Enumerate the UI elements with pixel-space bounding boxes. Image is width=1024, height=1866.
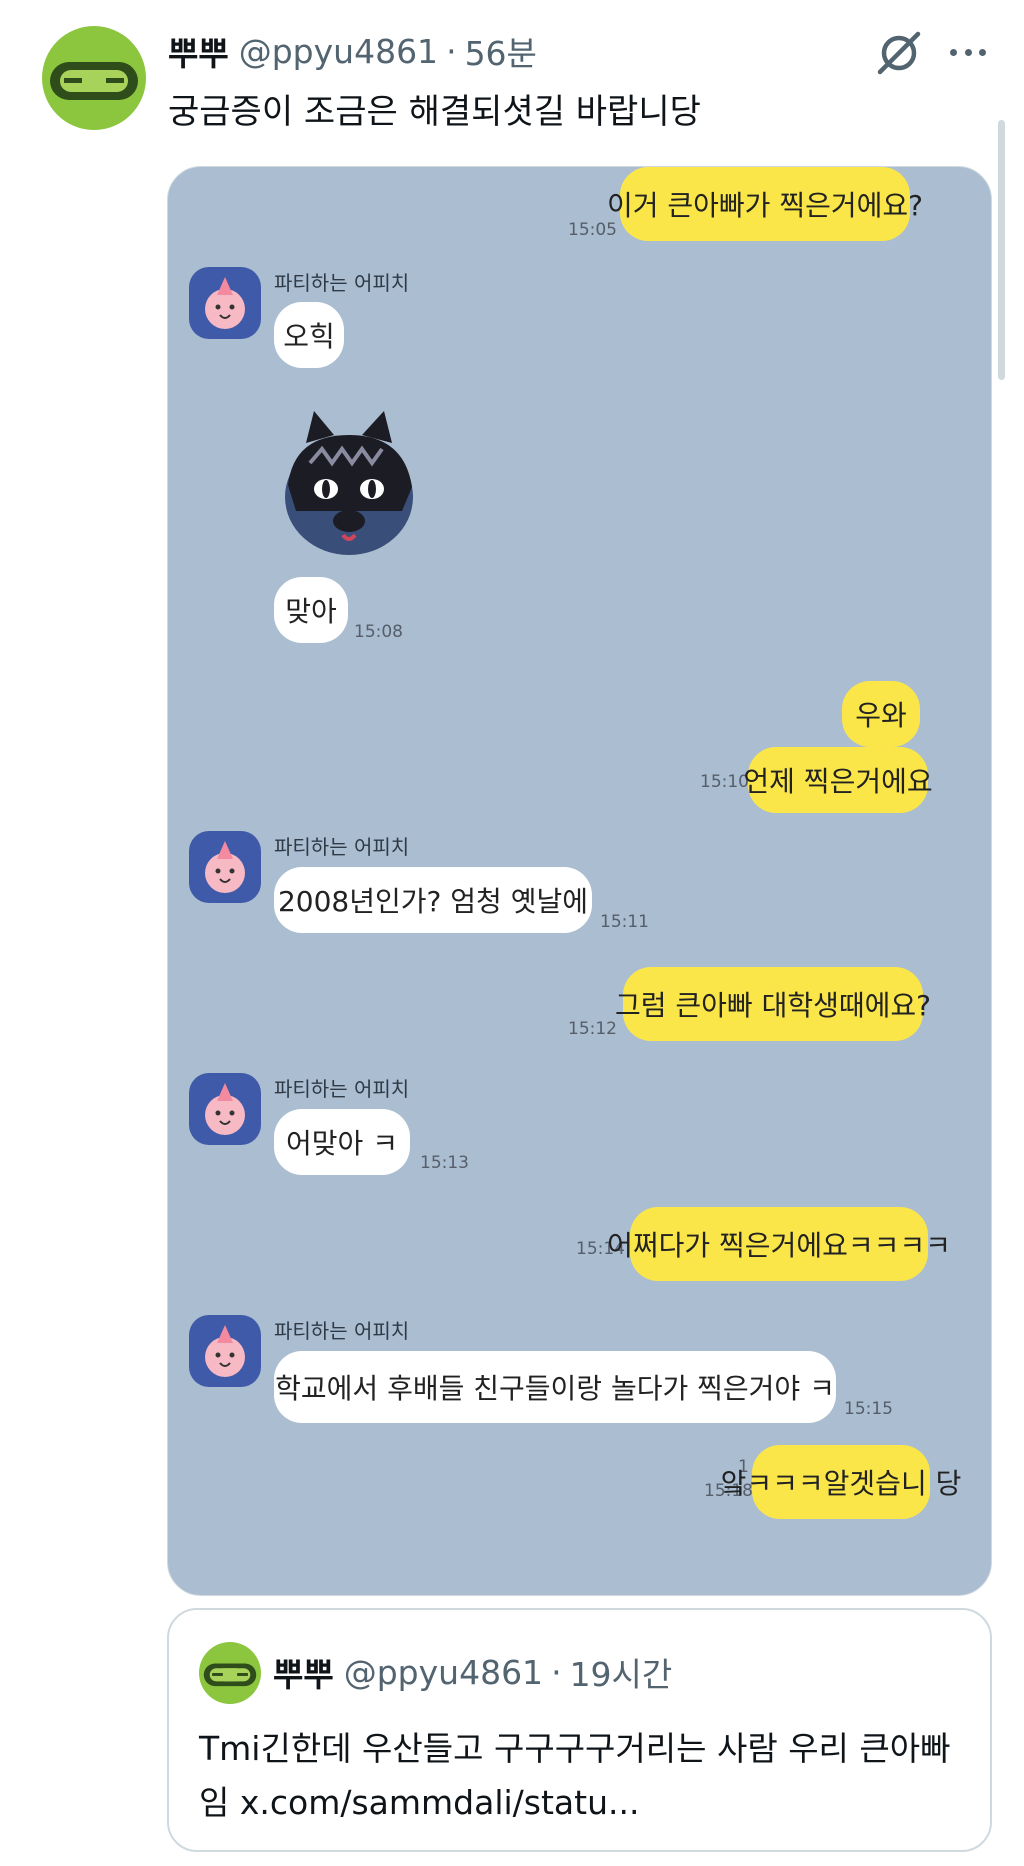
chat-bubble-received: 학교에서 후배들 친구들이랑 놀다가 찍은거야 ㅋ — [274, 1351, 836, 1423]
quoted-tweet-header: 뿌뿌 @ppyu4861 · 19시간 — [273, 1646, 672, 1698]
handle[interactable]: @ppyu4861 — [344, 1653, 543, 1692]
separator: · — [551, 1652, 562, 1692]
chat-bubble-sent: 그럼 큰아빠 대학생때에요? — [615, 967, 931, 1041]
message-time: 15:12 — [568, 1019, 617, 1039]
black-cat-emoticon-icon — [274, 405, 424, 567]
avatar[interactable] — [199, 1642, 261, 1704]
chat-bubble-sent: 언제 찍은거에요 — [743, 747, 933, 813]
chat-bubble-received: 2008년인가? 엄청 옛날에 — [274, 867, 592, 933]
quoted-tweet[interactable]: 뿌뿌 @ppyu4861 · 19시간 Tmi긴한데 우산들고 구구구구거리는 … — [167, 1608, 992, 1852]
chat-bubble-received: 어맞아 ㅋ — [274, 1109, 410, 1175]
chat-bubble-received: 오힉 — [274, 302, 344, 368]
sender-name: 파티하는 어피치 — [274, 271, 410, 295]
grok-icon[interactable] — [874, 28, 924, 78]
sender-name: 파티하는 어피치 — [274, 1077, 410, 1101]
tweet-header: 뿌뿌 @ppyu4861 · 56분 — [168, 26, 537, 76]
display-name[interactable]: 뿌뿌 — [273, 1648, 334, 1696]
scrollbar[interactable] — [998, 120, 1005, 380]
message-time: 15:13 — [420, 1153, 469, 1173]
message-time: 15:10 — [700, 772, 749, 792]
chat-bubble-sent: 우와 — [842, 681, 920, 747]
display-name[interactable]: 뿌뿌 — [168, 27, 229, 75]
separator: · — [446, 31, 457, 71]
more-icon[interactable] — [946, 34, 990, 70]
sender-name: 파티하는 어피치 — [274, 835, 410, 859]
peach-avatar-icon — [189, 831, 261, 903]
sender-name: 파티하는 어피치 — [274, 1319, 410, 1343]
timestamp[interactable]: 56분 — [465, 27, 537, 75]
handle[interactable]: @ppyu4861 — [239, 32, 438, 71]
quoted-tweet-text: Tmi긴한데 우산들고 구구구구거리는 사람 우리 큰아빠임 x.com/sam… — [199, 1729, 951, 1822]
message-time: 15:11 — [600, 912, 649, 932]
timestamp[interactable]: 19시간 — [570, 1648, 673, 1696]
chat-screenshot[interactable]: 15:05 이거 큰아빠가 찍은거에요? 파티하는 어피치 오힉 맞아 15:0… — [167, 166, 992, 1596]
frog-face-icon — [203, 1663, 257, 1687]
chat-bubble-received: 맞아 — [274, 577, 348, 643]
message-time: 15:15 — [844, 1399, 893, 1419]
chat-bubble-sent: 앜ㅋㅋㅋ알겟습니 당 — [721, 1445, 961, 1519]
chat-bubble-sent: 이거 큰아빠가 찍은거에요? — [607, 167, 923, 241]
chat-bubble-sent: 어쩌다가 찍은거에요ㅋㅋㅋㅋ — [607, 1207, 951, 1281]
avatar[interactable] — [42, 26, 146, 130]
message-time: 15:08 — [354, 622, 403, 642]
frog-face-icon — [50, 62, 138, 100]
peach-avatar-icon — [189, 1073, 261, 1145]
tweet-text: 궁금증이 조금은 해결되셧길 바랍니당 — [168, 92, 701, 132]
peach-avatar-icon — [189, 267, 261, 339]
peach-avatar-icon — [189, 1315, 261, 1387]
